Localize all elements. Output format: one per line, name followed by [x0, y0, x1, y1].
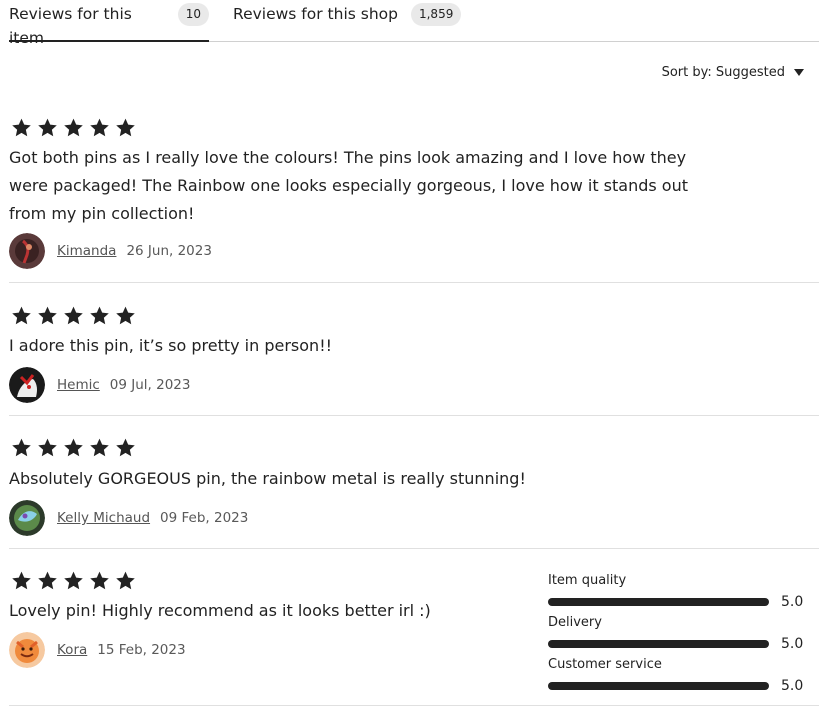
avatar-image[interactable] — [9, 367, 45, 403]
review-tabs: Reviews for this item 10 Reviews for thi… — [9, 0, 819, 47]
rating-breakdown: Item quality 5.0 Delivery 5.0 Customer s… — [548, 572, 808, 698]
avatar-image[interactable] — [9, 500, 45, 536]
reviewer-name-link[interactable]: Hemic — [57, 377, 100, 393]
rating-bar — [548, 640, 769, 648]
review-author: Kora 15 Feb, 2023 — [9, 632, 186, 668]
star-icon — [113, 305, 138, 327]
reviewer-name-link[interactable]: Kora — [57, 642, 87, 658]
star-icon — [9, 305, 34, 327]
star-icon — [61, 305, 86, 327]
star-icon — [87, 117, 112, 139]
rating-bar — [548, 682, 769, 690]
review-text: Got both pins as I really love the colou… — [9, 148, 689, 223]
review-date: 09 Feb, 2023 — [160, 510, 249, 526]
star-rating — [9, 570, 138, 592]
review-author: Hemic 09 Jul, 2023 — [9, 367, 190, 403]
tab-reviews-for-shop[interactable]: Reviews for this shop 1,859 — [233, 2, 462, 41]
star-icon — [113, 437, 138, 459]
tab-reviews-for-item[interactable]: Reviews for this item 10 — [9, 2, 209, 47]
star-icon — [35, 437, 60, 459]
sort-dropdown[interactable]: Sort by: Suggested — [662, 65, 804, 80]
review-item: Absolutely GORGEOUS pin, the rainbow met… — [9, 416, 819, 549]
star-icon — [61, 117, 86, 139]
rating-label: Customer service — [548, 657, 662, 672]
caret-down-icon — [794, 69, 804, 76]
rating-value: 5.0 — [781, 594, 804, 610]
review-date: 09 Jul, 2023 — [109, 377, 191, 393]
rating-bar — [548, 598, 769, 606]
star-icon — [87, 305, 112, 327]
rating-item-quality: Item quality 5.0 — [548, 572, 808, 614]
star-icon — [87, 570, 112, 592]
star-icon — [35, 305, 60, 327]
rating-customer-service: Customer service 5.0 — [548, 656, 808, 698]
star-rating — [9, 437, 138, 459]
review-date: 26 Jun, 2023 — [126, 243, 212, 259]
tab-count-badge: 1,859 — [410, 3, 462, 26]
avatar-image[interactable] — [9, 233, 45, 269]
rating-value: 5.0 — [781, 678, 804, 694]
rating-label: Delivery — [548, 615, 602, 630]
tab-label: Reviews for this item — [9, 5, 132, 47]
review-author: Kimanda 26 Jun, 2023 — [9, 233, 212, 269]
star-icon — [61, 437, 86, 459]
review-item: Got both pins as I really love the colou… — [9, 110, 819, 283]
rating-value: 5.0 — [781, 636, 804, 652]
star-rating — [9, 305, 138, 327]
star-rating — [9, 117, 138, 139]
star-icon — [35, 570, 60, 592]
star-icon — [9, 117, 34, 139]
rating-delivery: Delivery 5.0 — [548, 614, 808, 656]
review-date: 15 Feb, 2023 — [97, 642, 186, 658]
rating-label: Item quality — [548, 573, 627, 588]
tab-label: Reviews for this shop — [233, 5, 398, 23]
sort-label: Sort by: Suggested — [661, 65, 785, 80]
star-icon — [9, 437, 34, 459]
reviewer-name-link[interactable]: Kimanda — [57, 243, 116, 259]
star-icon — [113, 117, 138, 139]
star-icon — [113, 570, 138, 592]
reviewer-name-link[interactable]: Kelly Michaud — [57, 510, 150, 526]
review-text: I adore this pin, it’s so pretty in pers… — [9, 336, 333, 355]
tab-count-badge: 10 — [177, 3, 209, 26]
avatar-image[interactable] — [9, 632, 45, 668]
star-icon — [35, 117, 60, 139]
star-icon — [9, 570, 34, 592]
review-item: I adore this pin, it’s so pretty in pers… — [9, 283, 819, 416]
star-icon — [61, 570, 86, 592]
review-text: Absolutely GORGEOUS pin, the rainbow met… — [9, 469, 526, 488]
star-icon — [87, 437, 112, 459]
review-author: Kelly Michaud 09 Feb, 2023 — [9, 500, 248, 536]
